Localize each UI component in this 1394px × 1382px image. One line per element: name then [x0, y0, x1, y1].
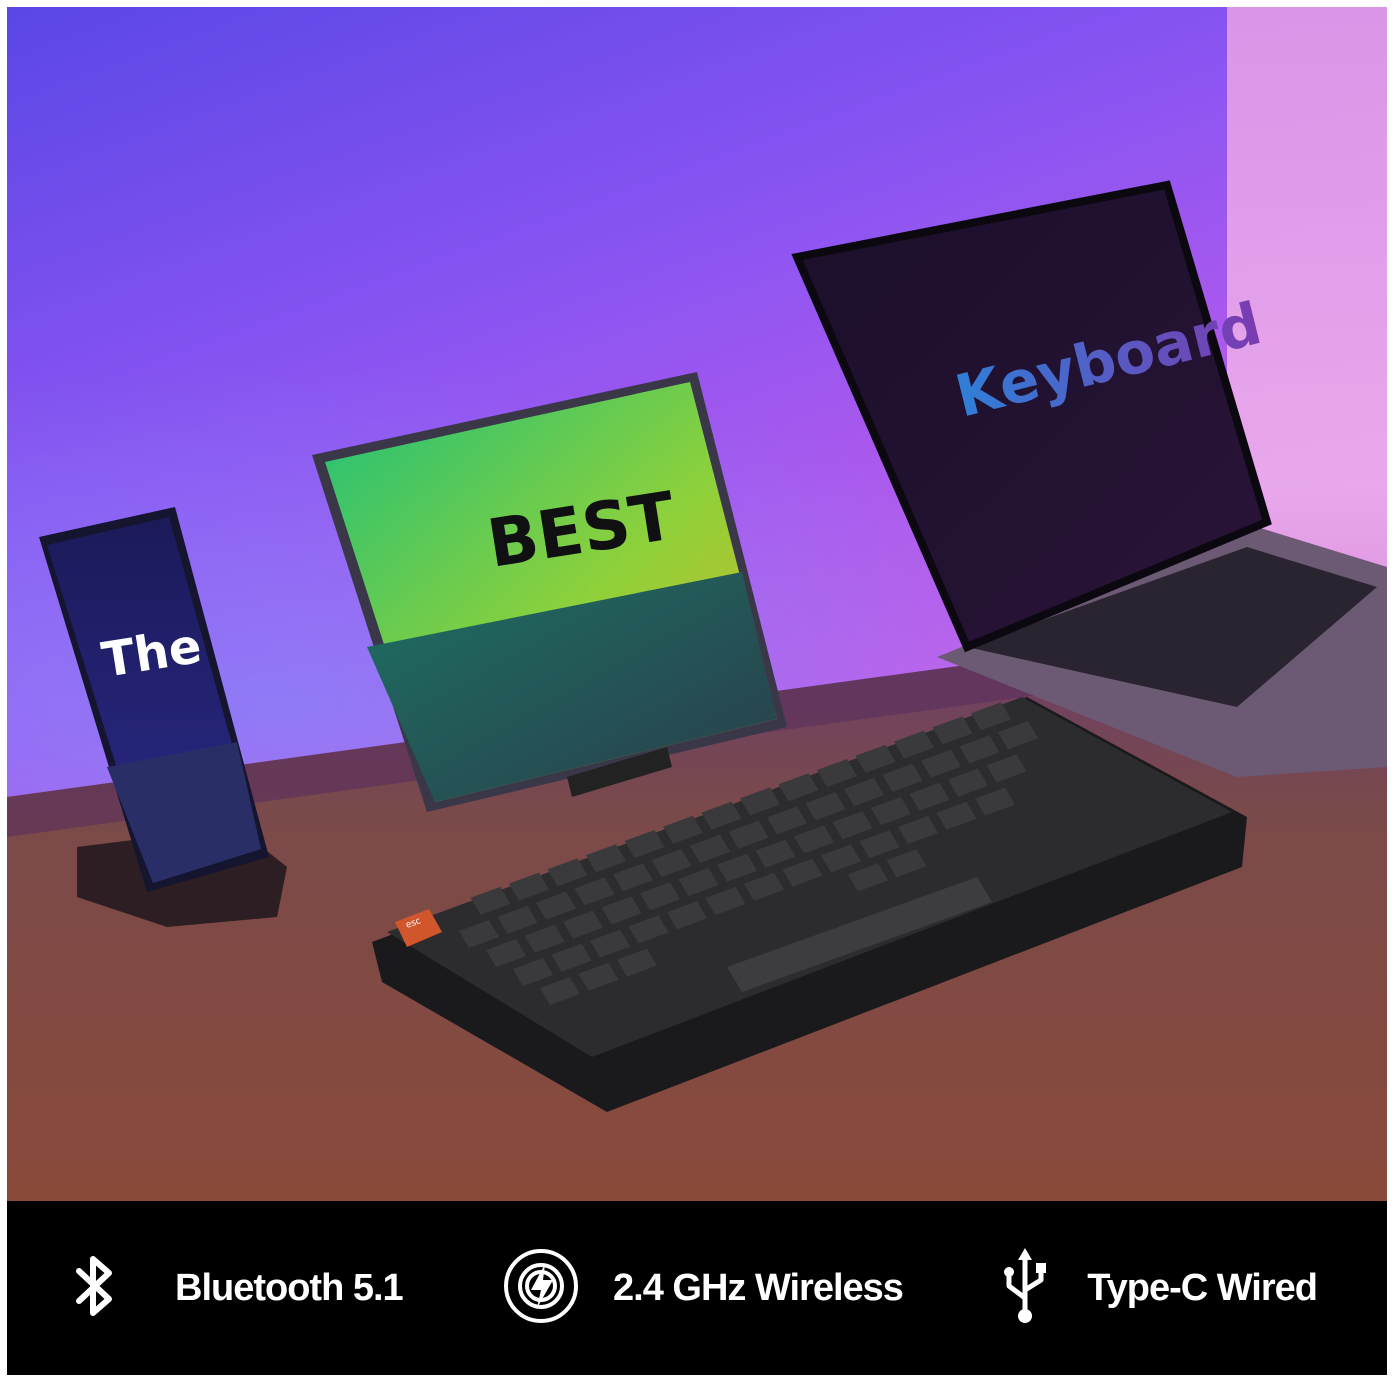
feature-wireless: 2.4 GHz Wireless	[501, 1246, 904, 1330]
feature-bluetooth: Bluetooth 5.1	[73, 1253, 404, 1323]
feature-bar: Bluetooth 5.1 2.4 GHz Wireless Type-C Wi…	[7, 1201, 1387, 1375]
desk-scene: Keyboard BEST The esc	[7, 180, 1387, 1201]
wireless-signal-icon	[501, 1246, 581, 1330]
bluetooth-icon	[73, 1253, 117, 1323]
feature-label-usb: Type-C Wired	[1087, 1266, 1318, 1309]
product-image: Keyboard BEST The esc Bluetooth 5.1 2.4 …	[7, 7, 1387, 1375]
feature-label-bluetooth: Bluetooth 5.1	[175, 1266, 404, 1309]
feature-usb: Type-C Wired	[1001, 1246, 1318, 1330]
feature-label-wireless: 2.4 GHz Wireless	[613, 1266, 904, 1309]
usb-icon	[1001, 1246, 1049, 1330]
product-photo: Keyboard BEST The esc	[7, 7, 1387, 1201]
